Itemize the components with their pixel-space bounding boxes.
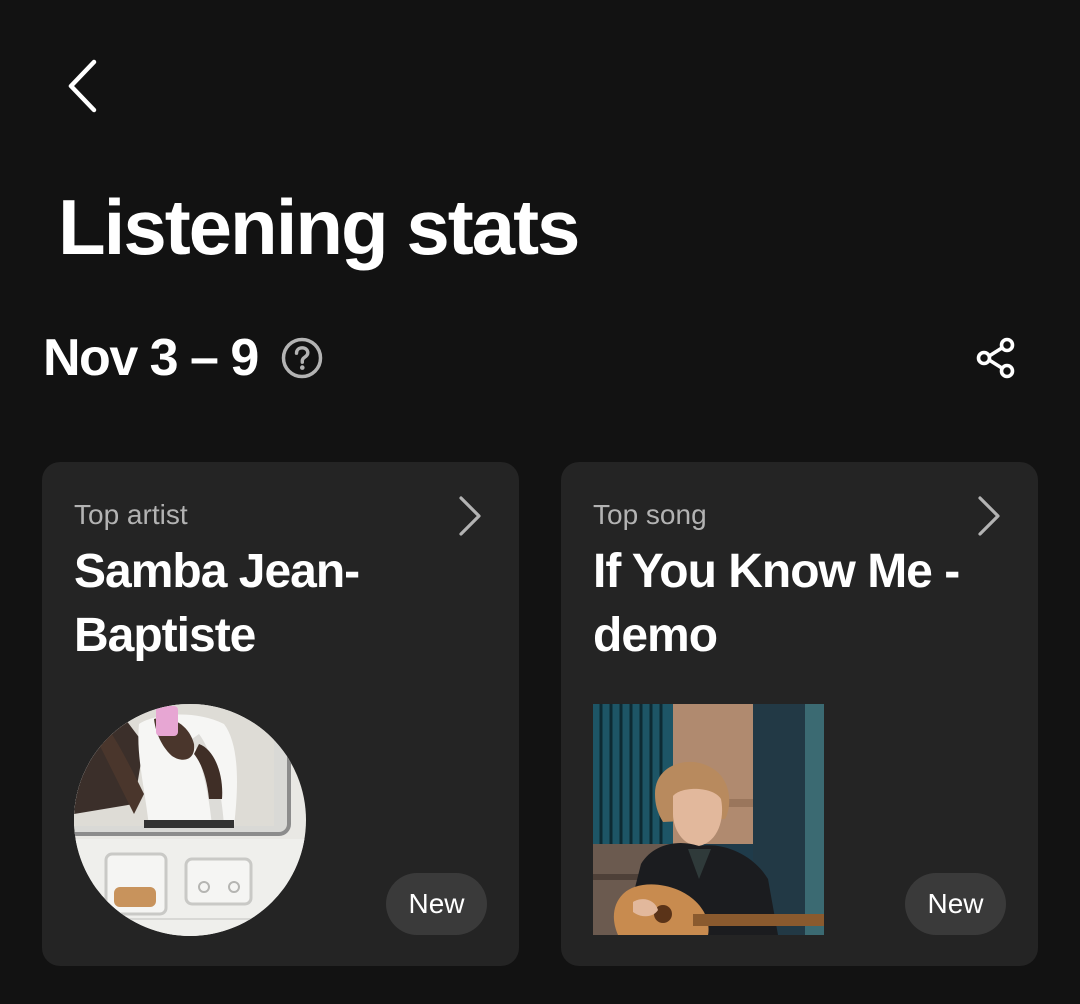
- artist-image: [74, 704, 306, 936]
- page-title: Listening stats: [58, 183, 580, 271]
- album-cover-image: [593, 704, 824, 935]
- question-circle-icon: [281, 337, 323, 379]
- card-title: Samba Jean-Baptiste: [74, 545, 360, 662]
- share-button[interactable]: [968, 330, 1024, 386]
- card-label: Top artist: [74, 499, 188, 530]
- date-range: Nov 3 – 9: [43, 329, 259, 387]
- top-song-card[interactable]: Top song If You Know Me - demo New: [561, 462, 1038, 966]
- chevron-left-icon: [65, 58, 99, 114]
- new-badge: New: [386, 873, 487, 935]
- card-label: Top song: [593, 499, 707, 530]
- back-button[interactable]: [50, 50, 114, 122]
- card-title: If You Know Me - demo: [593, 545, 960, 662]
- top-artist-card[interactable]: Top artist Samba Jean-Baptiste New: [42, 462, 519, 966]
- new-badge: New: [905, 873, 1006, 935]
- chevron-right-icon: [969, 492, 1009, 540]
- chevron-right-icon: [450, 492, 490, 540]
- share-icon: [974, 336, 1018, 380]
- date-range-row: Nov 3 – 9: [43, 328, 324, 388]
- help-button[interactable]: [280, 336, 324, 380]
